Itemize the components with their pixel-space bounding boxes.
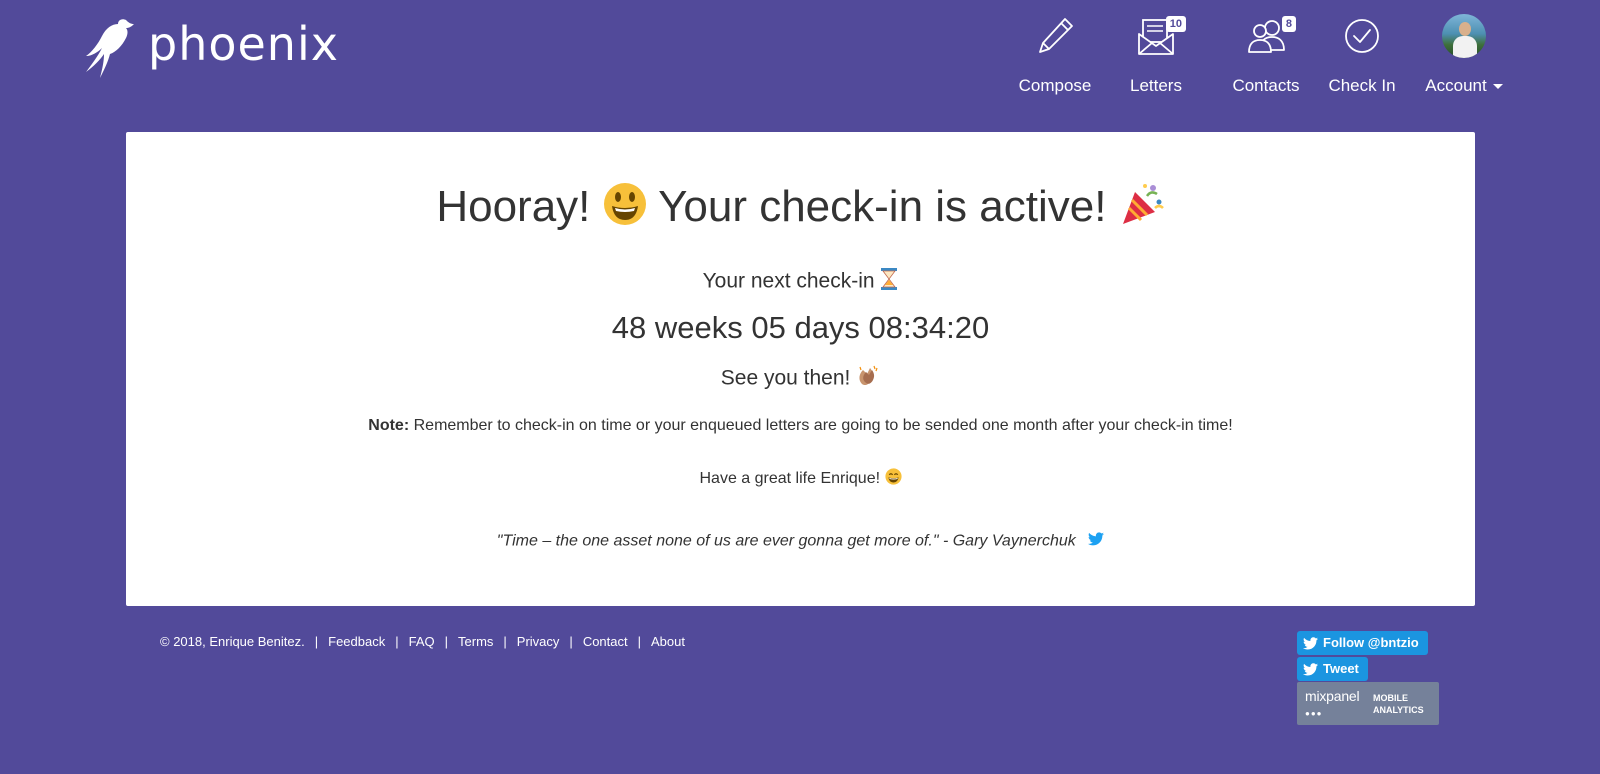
hourglass-icon xyxy=(880,268,898,296)
see-you-text: See you then! xyxy=(126,364,1475,394)
nav-account-label: Account xyxy=(1425,76,1503,96)
avatar-wrap xyxy=(1442,14,1486,58)
checkin-card: Hooray! Your check-in is active! Your ne… xyxy=(126,132,1475,606)
footer-divider: | xyxy=(503,634,507,649)
greeting-text: Have a great life Enrique! xyxy=(126,468,1475,490)
nav-check-in[interactable]: Check In xyxy=(1327,14,1397,96)
follow-label: Follow @bntzio xyxy=(1323,635,1419,650)
tweet-label: Tweet xyxy=(1323,661,1359,676)
phoenix-logo[interactable]: phoenix xyxy=(82,16,339,80)
twitter-bird-icon xyxy=(1303,662,1318,675)
mixpanel-badge[interactable]: mixpanel ●●● MOBILE ANALYTICS xyxy=(1297,682,1439,725)
check-circle-icon xyxy=(1340,14,1384,58)
footer-divider: | xyxy=(637,634,642,649)
tweet-button[interactable]: Tweet xyxy=(1297,657,1368,681)
twitter-bird-icon[interactable] xyxy=(1088,532,1105,551)
smiley-icon xyxy=(603,182,647,237)
nav-letters[interactable]: 10 Letters xyxy=(1128,14,1186,96)
contacts-icon: 8 xyxy=(1244,14,1296,58)
letters-icon: 10 xyxy=(1134,14,1186,58)
next-checkin-label: Your next check-in xyxy=(126,268,1475,296)
footer-divider: | xyxy=(444,634,449,649)
quote: "Time – the one asset none of us are eve… xyxy=(126,532,1475,551)
page-title: Hooray! Your check-in is active! xyxy=(126,182,1475,237)
twitter-follow-button[interactable]: Follow @bntzio xyxy=(1297,631,1428,655)
contacts-count-badge: 8 xyxy=(1281,16,1296,32)
nav-contacts-label: Contacts xyxy=(1232,76,1300,95)
caret-down-icon xyxy=(1492,84,1503,90)
letters-count-badge: 10 xyxy=(1165,16,1186,32)
grinning-face-icon xyxy=(884,468,902,490)
nav-compose[interactable]: Compose xyxy=(1018,14,1092,96)
footer-link-feedback[interactable]: Feedback xyxy=(328,634,385,649)
countdown-timer: 48 weeks 05 days 08:34:20 xyxy=(611,310,990,345)
phoenix-bird-icon xyxy=(86,19,134,78)
note-text: Note: Remember to check-in on time or yo… xyxy=(126,417,1475,435)
footer-divider: | xyxy=(395,634,399,649)
copyright-text: © 2018, Enrique Benitez. xyxy=(160,634,305,649)
note-label: Note: xyxy=(368,417,410,434)
mixpanel-caption: MOBILE ANALYTICS xyxy=(1373,693,1424,715)
footer-link-about[interactable]: About xyxy=(651,634,685,649)
footer-link-terms[interactable]: Terms xyxy=(458,634,493,649)
footer: © 2018, Enrique Benitez. | Feedback | FA… xyxy=(160,634,685,649)
nav-letters-label: Letters xyxy=(1130,76,1182,95)
nav-compose-label: Compose xyxy=(1018,76,1092,95)
footer-link-contact[interactable]: Contact xyxy=(583,634,628,649)
pencil-icon xyxy=(1033,14,1077,58)
clapping-hands-icon xyxy=(856,364,880,394)
footer-link-faq[interactable]: FAQ xyxy=(409,634,435,649)
mixpanel-logo: mixpanel xyxy=(1305,688,1360,704)
party-popper-icon xyxy=(1119,182,1165,237)
brand-name: phoenix xyxy=(148,17,339,71)
footer-link-privacy[interactable]: Privacy xyxy=(517,634,560,649)
nav-account[interactable]: Account xyxy=(1422,14,1506,96)
twitter-bird-icon xyxy=(1303,636,1318,649)
note-body: Remember to check-in on time or your enq… xyxy=(413,417,1233,434)
nav-check-in-label: Check In xyxy=(1328,76,1396,95)
mixpanel-dots-icon: ●●● xyxy=(1305,709,1323,718)
footer-divider: | xyxy=(314,634,319,649)
footer-divider: | xyxy=(569,634,573,649)
nav-contacts[interactable]: 8 Contacts xyxy=(1232,14,1300,96)
avatar xyxy=(1442,14,1486,58)
